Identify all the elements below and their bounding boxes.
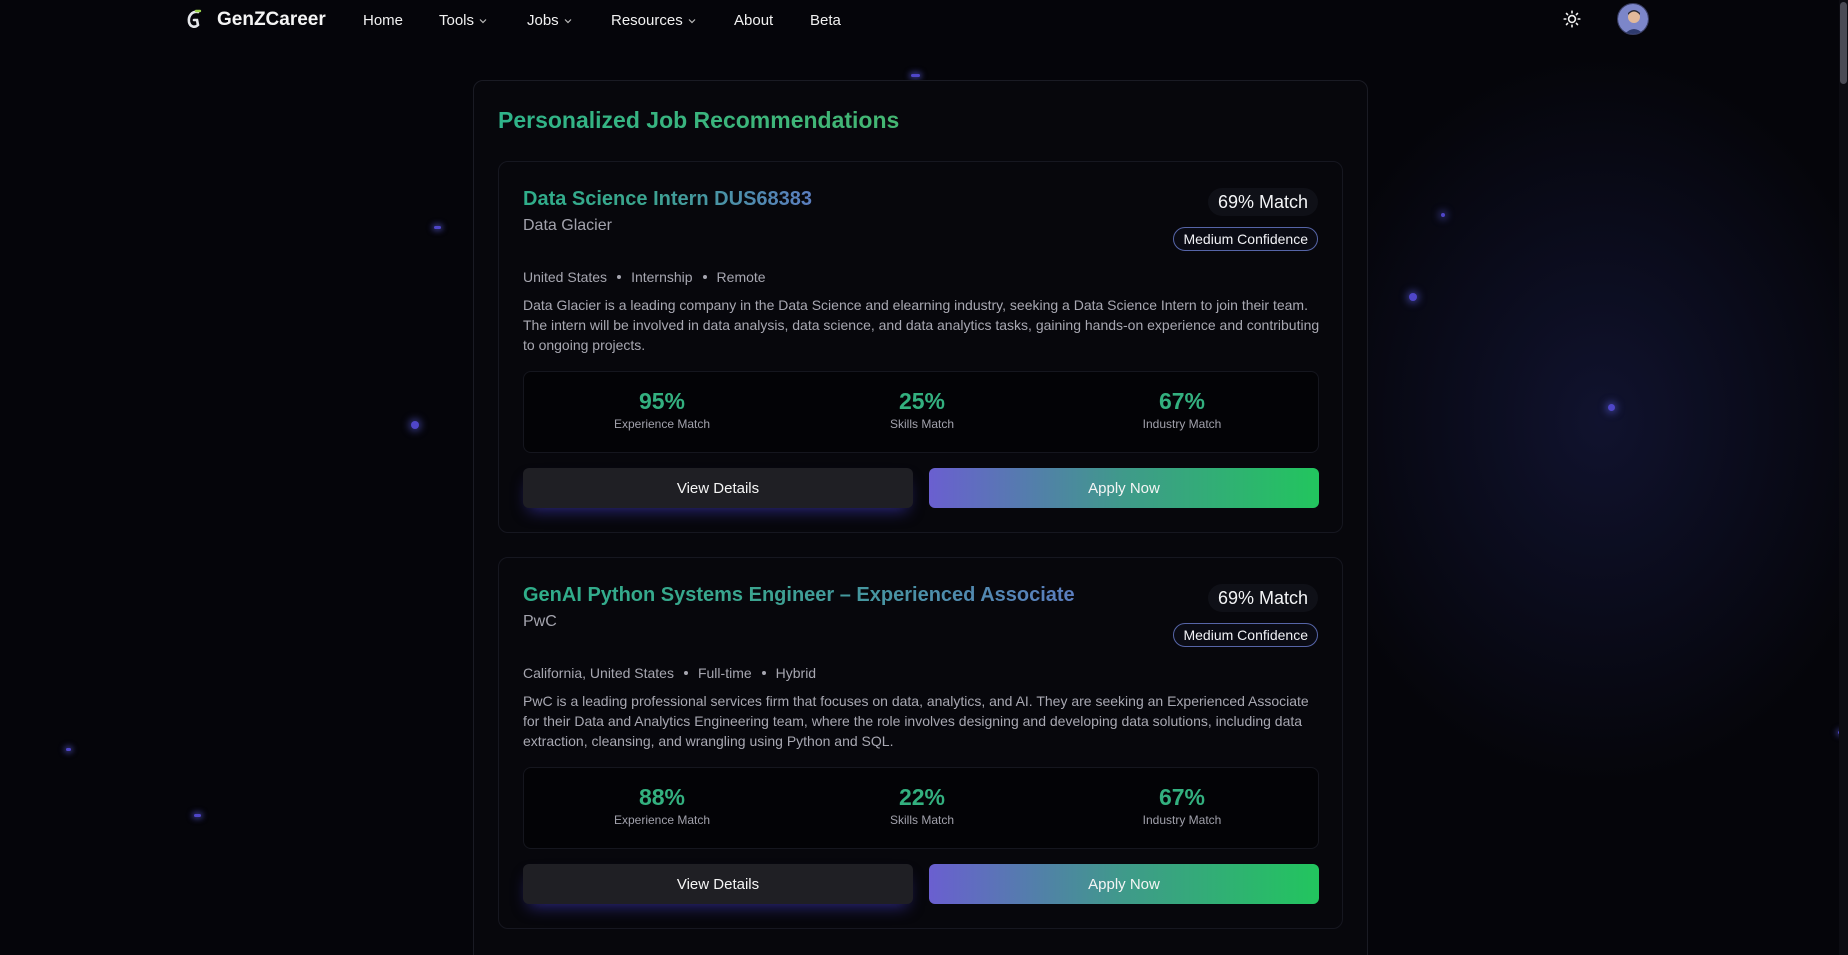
- top-navbar: GenZCareer Home Tools Jobs Resources Abo…: [0, 0, 1848, 42]
- chevron-down-icon: [688, 18, 696, 23]
- job-meta: California, United States Full-time Hybr…: [523, 665, 816, 681]
- stat-value: 95%: [638, 388, 686, 414]
- company-name: PwC: [523, 613, 557, 630]
- separator-dot: [683, 671, 688, 675]
- stat-skills-match: 22% Skills Match: [822, 784, 1022, 827]
- page-scrollbar[interactable]: [1839, 0, 1848, 955]
- separator-dot: [617, 275, 622, 279]
- job-description: PwC is a leading professional services f…: [523, 693, 1309, 749]
- stat-label: Skills Match: [889, 417, 954, 431]
- nav-item-label: Jobs: [527, 12, 559, 29]
- job-type: Internship: [631, 269, 693, 285]
- stat-skills-match: 25% Skills Match: [822, 388, 1022, 431]
- stat-label: Experience Match: [613, 417, 711, 431]
- theme-toggle-button[interactable]: [1561, 8, 1583, 30]
- scrollbar-thumb[interactable]: [1840, 2, 1847, 84]
- stat-industry-match: 67% Industry Match: [1082, 784, 1282, 827]
- nav-item-label: Beta: [810, 12, 841, 29]
- nav-item-label: About: [734, 12, 774, 29]
- background-particle: [1608, 404, 1615, 411]
- stat-label: Industry Match: [1142, 417, 1222, 431]
- nav-item-beta[interactable]: Beta: [810, 12, 841, 29]
- background-particle: [434, 226, 441, 229]
- view-details-button[interactable]: View Details: [523, 864, 913, 904]
- stat-value: 22%: [898, 784, 946, 810]
- confidence-badge: Medium Confidence: [1173, 623, 1318, 647]
- nav-item-label: Home: [363, 12, 404, 29]
- job-meta: United States Internship Remote: [523, 269, 766, 285]
- background-particle: [1441, 213, 1445, 217]
- match-stats: 88% Experience Match 22% Skills Match 67…: [523, 767, 1319, 849]
- stat-label: Industry Match: [1142, 813, 1222, 827]
- background-particle: [66, 748, 71, 751]
- background-particle: [411, 421, 419, 429]
- match-score-badge: 69% Match: [1207, 188, 1318, 216]
- user-avatar-icon: [1618, 4, 1648, 34]
- job-description: Data Glacier is a leading company in the…: [523, 297, 1320, 353]
- stat-value: 25%: [898, 388, 946, 414]
- stat-label: Experience Match: [613, 813, 711, 827]
- sun-icon: [1563, 10, 1581, 28]
- job-card: GenAI Python Systems Engineer – Experien…: [498, 557, 1343, 929]
- job-work-mode: Hybrid: [775, 665, 817, 681]
- stat-value: 67%: [1158, 784, 1206, 810]
- view-details-button[interactable]: View Details: [523, 468, 913, 508]
- job-title[interactable]: GenAI Python Systems Engineer – Experien…: [523, 584, 1075, 607]
- apply-now-button[interactable]: Apply Now: [929, 468, 1319, 508]
- chevron-down-icon: [479, 18, 487, 23]
- brand-name[interactable]: GenZCareer: [217, 9, 326, 31]
- nav-item-tools[interactable]: Tools: [439, 12, 487, 29]
- company-name: Data Glacier: [523, 217, 612, 234]
- stat-experience-match: 95% Experience Match: [562, 388, 762, 431]
- job-location: California, United States: [523, 665, 674, 681]
- chevron-down-icon: [564, 18, 572, 23]
- job-location: United States: [523, 269, 608, 285]
- job-title[interactable]: Data Science Intern DUS68383: [523, 188, 812, 211]
- stat-experience-match: 88% Experience Match: [562, 784, 762, 827]
- stat-value: 88%: [638, 784, 686, 810]
- nav-item-resources[interactable]: Resources: [611, 12, 696, 29]
- confidence-badge: Medium Confidence: [1173, 227, 1318, 251]
- nav-item-about[interactable]: About: [734, 12, 773, 29]
- nav-item-label: Tools: [439, 12, 475, 29]
- stat-label: Skills Match: [889, 813, 954, 827]
- nav-item-jobs[interactable]: Jobs: [527, 12, 572, 29]
- match-stats: 95% Experience Match 25% Skills Match 67…: [523, 371, 1319, 453]
- background-particle: [1409, 293, 1417, 301]
- separator-dot: [702, 275, 707, 279]
- job-work-mode: Remote: [716, 269, 766, 285]
- separator-dot: [761, 671, 766, 675]
- stat-value: 67%: [1158, 388, 1206, 414]
- apply-now-button[interactable]: Apply Now: [929, 864, 1319, 904]
- background-particle: [911, 74, 920, 77]
- nav-item-label: Resources: [611, 12, 683, 29]
- job-card: Data Science Intern DUS68383 Data Glacie…: [498, 161, 1343, 533]
- background-particle: [194, 814, 201, 817]
- nav-item-home[interactable]: Home: [363, 12, 403, 29]
- user-avatar[interactable]: [1617, 3, 1649, 35]
- stat-industry-match: 67% Industry Match: [1082, 388, 1282, 431]
- match-score-badge: 69% Match: [1207, 584, 1318, 612]
- page-title: Personalized Job Recommendations: [498, 107, 900, 133]
- brand-logo-icon[interactable]: [184, 9, 204, 31]
- job-type: Full-time: [697, 665, 752, 681]
